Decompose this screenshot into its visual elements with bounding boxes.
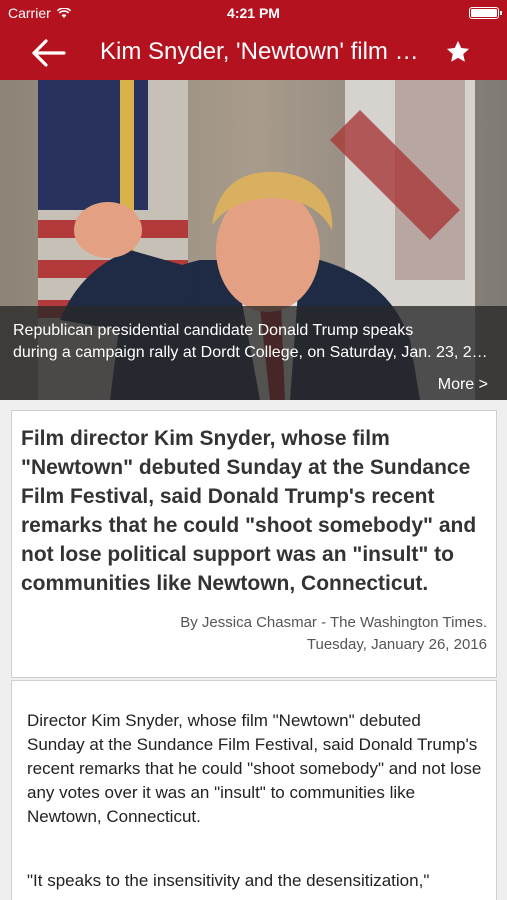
article-body-card: Director Kim Snyder, whose film "Newtown…	[11, 680, 497, 900]
battery-icon	[469, 7, 502, 19]
status-bar: Carrier 4:21 PM	[0, 0, 507, 26]
more-button[interactable]: More >	[438, 376, 488, 394]
clock: 4:21 PM	[227, 5, 280, 21]
body-paragraph-1: Director Kim Snyder, whose film "Newtown…	[27, 711, 482, 826]
caption-line-2: during a campaign rally at Dordt College…	[13, 344, 491, 361]
summary-card: Film director Kim Snyder, whose film "Ne…	[11, 410, 497, 678]
back-arrow-icon[interactable]	[30, 38, 68, 68]
article-lede: Film director Kim Snyder, whose film "Ne…	[21, 427, 477, 595]
nav-bar: Kim Snyder, 'Newtown' film director: Tru…	[0, 26, 507, 80]
photo-caption: Republican presidential candidate Donald…	[13, 320, 491, 364]
star-icon[interactable]	[444, 38, 472, 66]
caption-line-1: Republican presidential candidate Donald…	[13, 322, 414, 339]
hero-image[interactable]: Republican presidential candidate Donald…	[0, 80, 507, 400]
byline-block: By Jessica Chasmar - The Washington Time…	[180, 612, 487, 656]
author-byline: By Jessica Chasmar - The Washington Time…	[180, 614, 487, 631]
body-paragraph-2: "It speaks to the insensitivity and the …	[27, 871, 430, 890]
publish-date: Tuesday, January 26, 2016	[306, 636, 487, 653]
article-title: Kim Snyder, 'Newtown' film director: Tru…	[100, 38, 420, 65]
